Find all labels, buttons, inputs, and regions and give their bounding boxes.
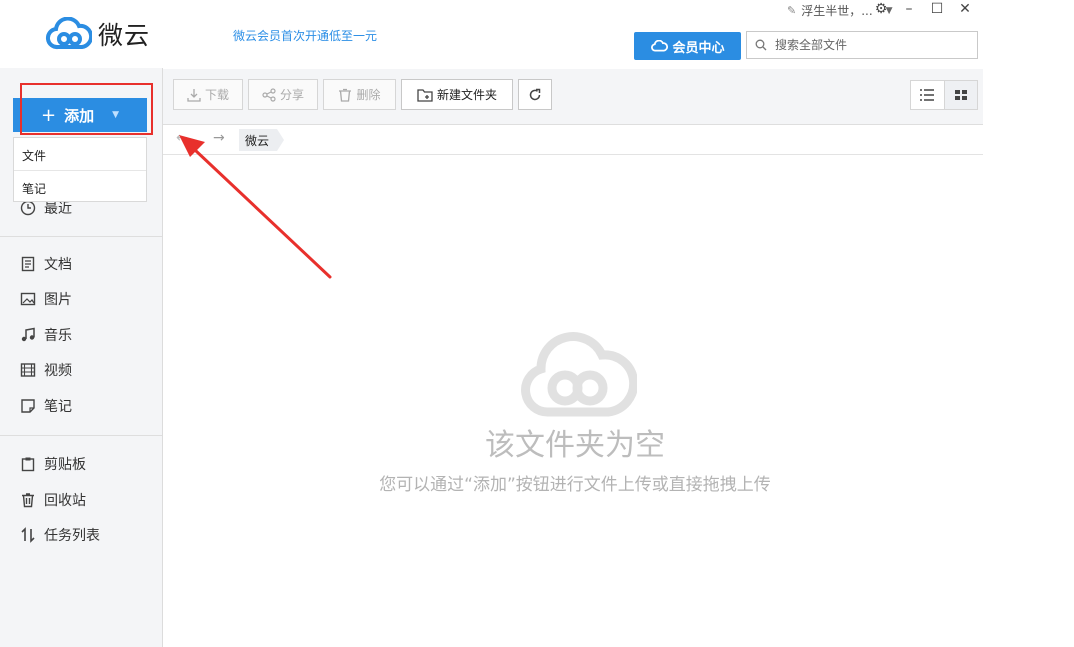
add-dropdown-menu: 文件 笔记 xyxy=(13,137,147,202)
delete-label: 删除 xyxy=(356,88,381,102)
empty-folder-hint: 您可以通过“添加”按钮进行文件上传或直接拖拽上传 xyxy=(379,475,771,495)
trash-icon xyxy=(22,493,34,508)
sidebar-item-clipboard[interactable]: 剪贴板 xyxy=(20,454,86,474)
clock-icon xyxy=(20,200,36,216)
sidebar-item-notes[interactable]: 笔记 xyxy=(20,396,72,416)
sidebar-item-label: 文档 xyxy=(44,257,72,273)
video-icon xyxy=(20,363,36,377)
breadcrumb-arrow xyxy=(277,129,284,151)
sidebar-divider xyxy=(0,435,162,436)
delete-button[interactable]: 删除 xyxy=(323,79,396,110)
sidebar-item-label: 剪贴板 xyxy=(44,457,86,473)
document-icon xyxy=(21,256,35,272)
sidebar-item-music[interactable]: 音乐 xyxy=(20,325,72,345)
share-label: 分享 xyxy=(279,88,304,102)
forward-arrow-icon[interactable]: → xyxy=(213,130,225,146)
grid-view-button[interactable] xyxy=(943,81,977,109)
image-icon xyxy=(20,292,36,306)
new-folder-icon xyxy=(417,88,433,102)
app-logo[interactable]: 微云 xyxy=(44,16,150,52)
add-menu-item-note[interactable]: 笔记 xyxy=(22,180,46,197)
minimize-icon[interactable]: – xyxy=(901,1,917,17)
sidebar-item-recycle-bin[interactable]: 回收站 xyxy=(20,490,86,510)
empty-folder-title: 该文件夹为空 xyxy=(485,428,665,463)
gear-icon[interactable]: ⚙ xyxy=(873,1,889,17)
vip-promo-link[interactable]: 微云会员首次开通低至一元 xyxy=(233,27,377,44)
trash-icon xyxy=(339,88,352,102)
download-label: 下载 xyxy=(204,88,229,102)
transfer-icon xyxy=(21,527,35,543)
empty-cloud-icon xyxy=(513,328,639,424)
refresh-button[interactable] xyxy=(518,79,552,110)
maximize-icon[interactable]: ☐ xyxy=(929,1,945,17)
cloud-vip-icon xyxy=(651,40,669,52)
new-folder-button[interactable]: 新建文件夹 xyxy=(401,79,513,110)
sidebar-item-images[interactable]: 图片 xyxy=(20,289,72,309)
vip-center-button[interactable]: 会员中心 xyxy=(634,32,741,60)
vip-center-label: 会员中心 xyxy=(672,40,725,56)
refresh-icon xyxy=(529,88,541,100)
annotation-highlight-box xyxy=(20,83,153,135)
navigation-bar xyxy=(163,125,983,155)
grid-view-icon xyxy=(954,90,967,100)
sidebar-item-documents[interactable]: 文档 xyxy=(20,254,72,274)
sidebar-item-label: 视频 xyxy=(44,363,72,379)
close-icon[interactable]: ✕ xyxy=(957,1,973,17)
note-icon xyxy=(21,399,35,413)
user-status-icon: ✎ xyxy=(787,4,797,17)
download-button[interactable]: 下载 xyxy=(173,79,243,110)
breadcrumb-root[interactable]: 微云 xyxy=(239,129,278,151)
clipboard-icon xyxy=(21,457,35,472)
logo-text: 微云 xyxy=(98,21,151,50)
back-arrow-icon[interactable]: ← xyxy=(176,130,188,146)
sidebar-item-label: 图片 xyxy=(44,292,72,308)
share-button[interactable]: 分享 xyxy=(248,79,318,110)
sidebar-item-task-list[interactable]: 任务列表 xyxy=(20,525,100,545)
add-menu-item-file[interactable]: 文件 xyxy=(22,147,46,164)
music-icon xyxy=(21,327,35,342)
list-view-icon xyxy=(920,89,935,101)
sidebar-item-label: 任务列表 xyxy=(44,528,100,544)
share-icon xyxy=(262,87,276,102)
window-edge xyxy=(983,69,1074,647)
user-name: 浮生半世，... xyxy=(801,4,873,18)
window-controls: ⚙ – ☐ ✕ xyxy=(873,1,973,17)
sidebar-item-label: 回收站 xyxy=(44,493,86,509)
menu-divider xyxy=(14,170,146,171)
sidebar-divider xyxy=(0,236,162,237)
search-input[interactable] xyxy=(773,37,967,53)
list-view-button[interactable] xyxy=(911,81,944,109)
sidebar-item-videos[interactable]: 视频 xyxy=(20,360,72,380)
sidebar-item-label: 音乐 xyxy=(44,328,72,344)
new-folder-label: 新建文件夹 xyxy=(436,88,497,102)
sidebar-item-label: 笔记 xyxy=(44,399,72,415)
search-box[interactable] xyxy=(746,31,978,59)
download-icon xyxy=(187,88,201,102)
search-icon xyxy=(755,39,767,51)
view-mode-toggle xyxy=(910,80,978,110)
cloud-logo-icon xyxy=(46,17,92,50)
